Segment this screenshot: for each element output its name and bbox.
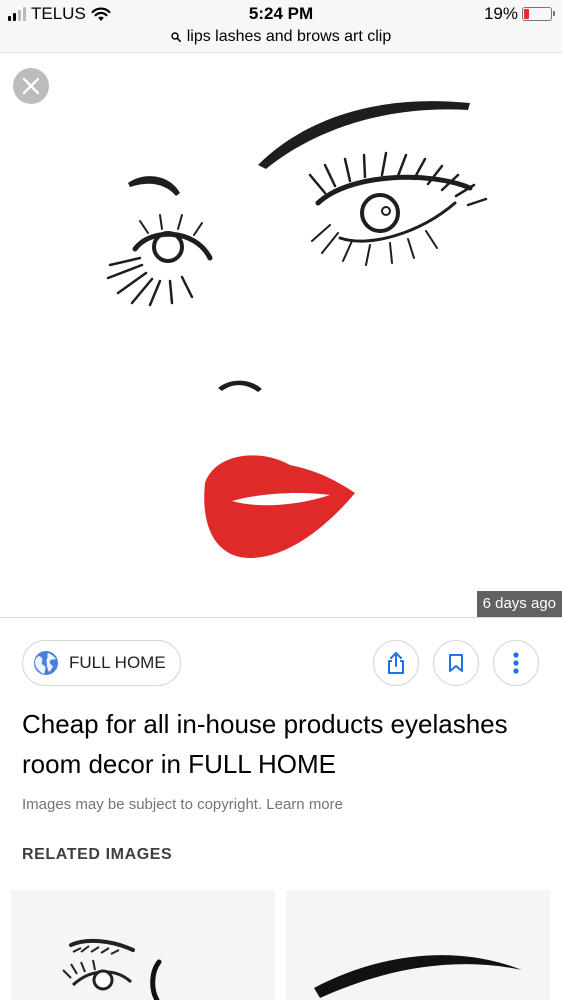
clock: 5:24 PM: [248, 4, 314, 23]
more-options-button[interactable]: [493, 640, 539, 686]
lips: [204, 455, 355, 558]
share-button[interactable]: [373, 640, 419, 686]
time-ago-badge: 6 days ago: [476, 591, 562, 617]
left-brow: [128, 176, 180, 196]
more-vertical-icon: [513, 652, 519, 674]
save-button[interactable]: [433, 640, 479, 686]
battery-level: [524, 9, 529, 19]
related-images-heading: RELATED IMAGES: [22, 846, 173, 863]
copyright-notice[interactable]: Images may be subject to copyright. Lear…: [22, 796, 343, 813]
close-icon: [22, 77, 40, 95]
brow-stroke-thumbnail: [286, 890, 550, 1000]
result-title[interactable]: Cheap for all in-house products eyelashe…: [22, 704, 552, 784]
search-icon: [171, 32, 181, 42]
left-eye: [106, 214, 213, 307]
lips-lashes-brows-art: [106, 101, 488, 558]
search-query: lips lashes and brows art clip: [186, 28, 392, 45]
source-name: FULL HOME: [69, 653, 166, 672]
right-eye: [308, 151, 488, 266]
globe-icon: [34, 651, 58, 675]
url-bar[interactable]: lips lashes and brows art clip: [0, 28, 562, 53]
close-button[interactable]: [13, 68, 49, 104]
bookmark-icon: [449, 654, 463, 672]
battery-icon: [522, 7, 555, 21]
divider: [0, 617, 562, 618]
related-image-2[interactable]: [286, 890, 550, 1000]
battery-group: 19%: [483, 4, 555, 24]
status-bar: TELUS 5:24 PM 19%: [0, 0, 562, 28]
battery-percent: 19%: [483, 4, 518, 23]
share-icon: [388, 652, 404, 674]
eye-brow-art-thumbnail: [11, 890, 275, 1000]
source-link[interactable]: FULL HOME: [22, 640, 181, 686]
nose: [218, 380, 262, 392]
related-image-1[interactable]: [11, 890, 275, 1000]
